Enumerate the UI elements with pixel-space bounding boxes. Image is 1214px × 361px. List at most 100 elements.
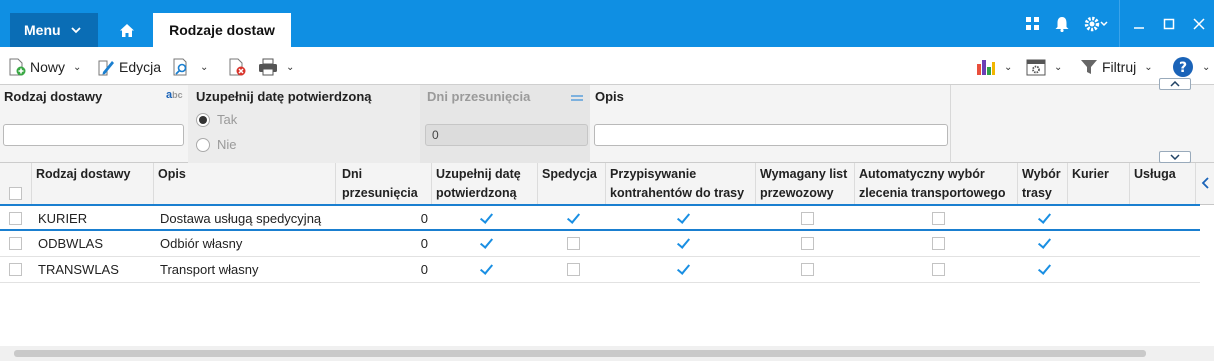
column-header-desc[interactable]: Opis	[154, 163, 336, 205]
row-waybill-cell	[801, 206, 814, 231]
chevron-down-icon[interactable]: ⌄	[1004, 62, 1012, 73]
select-all-cell	[0, 163, 32, 205]
grid-header: Rodzaj dostawy Opis Dni przesunięcia Uzu…	[0, 163, 1214, 205]
row-auto-cell	[932, 257, 945, 282]
column-header-service[interactable]: Usługa	[1130, 163, 1196, 205]
row-auto-cell	[932, 231, 945, 256]
chevron-down-icon[interactable]: ⌄	[73, 62, 81, 73]
view-settings-button[interactable]: ⌄	[1026, 56, 1062, 78]
row-route-checkbox[interactable]	[1038, 212, 1051, 225]
edit-button[interactable]: Edycja	[97, 56, 161, 78]
apps-grid-button[interactable]	[1017, 9, 1047, 39]
chevron-down-icon[interactable]: ⌄	[1144, 62, 1152, 73]
collapse-filter-button[interactable]	[1159, 78, 1191, 90]
gear-icon	[1084, 16, 1108, 31]
close-button[interactable]	[1184, 9, 1214, 39]
chevron-down-icon[interactable]: ⌄	[286, 62, 294, 73]
row-route-checkbox[interactable]	[1038, 263, 1051, 276]
column-header-type[interactable]: Rodzaj dostawy	[32, 163, 154, 205]
horizontal-scrollbar[interactable]	[0, 346, 1214, 361]
row-days: 0	[420, 262, 428, 277]
row-assign-checkbox[interactable]	[677, 212, 690, 225]
charts-button[interactable]: ⌄	[976, 56, 1012, 78]
expand-filter-button[interactable]	[1159, 151, 1191, 163]
chevron-down-icon[interactable]: ⌄	[1054, 62, 1062, 73]
new-button[interactable]: Nowy ⌄	[8, 56, 81, 78]
row-auto-cell	[932, 206, 945, 231]
column-header-confirm[interactable]: Uzupełnij datę potwierdzoną	[432, 163, 538, 205]
column-header-waybill[interactable]: Wymagany list przewozowy	[756, 163, 855, 205]
bell-icon	[1055, 16, 1069, 32]
radio-yes[interactable]: Tak	[196, 112, 237, 127]
row-assign-cell	[677, 206, 690, 231]
filter-icon	[1081, 60, 1097, 74]
radio-no[interactable]: Nie	[196, 137, 237, 152]
filter-desc-input[interactable]	[594, 124, 948, 146]
row-auto-checkbox[interactable]	[932, 237, 945, 250]
row-assign-checkbox[interactable]	[677, 237, 690, 250]
column-header-delay[interactable]: Dni przesunięcia	[336, 163, 432, 205]
settings-button[interactable]	[1077, 9, 1115, 39]
row-waybill-checkbox[interactable]	[801, 237, 814, 250]
filter-empty-area	[950, 78, 1214, 163]
radio-yes-label: Tak	[217, 112, 238, 127]
bar-chart-icon	[977, 60, 995, 75]
table-row[interactable]: TRANSWLAS Transport własny 0	[0, 257, 1200, 283]
table-row[interactable]: KURIER Dostawa usługą spedycyjną 0	[0, 204, 1200, 231]
row-confirm-checkbox[interactable]	[480, 212, 493, 225]
chevron-down-icon	[1170, 154, 1180, 160]
row-spedycja-checkbox[interactable]	[567, 263, 580, 276]
column-header-auto[interactable]: Automatyczny wybór zlecenia transportowe…	[855, 163, 1018, 205]
menu-label: Menu	[24, 22, 61, 38]
preview-button[interactable]: ⌄	[172, 56, 208, 78]
row-route-checkbox[interactable]	[1038, 237, 1051, 250]
column-header-route[interactable]: Wybór trasy	[1018, 163, 1068, 205]
filter-button[interactable]: Filtruj ⌄	[1080, 56, 1153, 78]
filter-type-input[interactable]	[3, 124, 184, 146]
column-header-assign[interactable]: Przypisywanie kontrahentów do trasy	[606, 163, 756, 205]
column-header-courier[interactable]: Kurier	[1068, 163, 1130, 205]
table-row[interactable]: ODBWLAS Odbiór własny 0	[0, 231, 1200, 257]
help-button[interactable]: ? ⌄	[1172, 56, 1210, 78]
row-auto-checkbox[interactable]	[932, 212, 945, 225]
radio-yes-indicator	[196, 112, 210, 127]
home-button[interactable]	[110, 14, 144, 47]
filter-panel: Rodzaj dostawy abc Uzupełnij datę potwie…	[0, 78, 1214, 163]
edit-icon	[98, 60, 114, 76]
new-document-icon	[9, 58, 26, 76]
minimize-button[interactable]	[1124, 9, 1154, 39]
chevron-down-icon[interactable]: ⌄	[1202, 62, 1210, 73]
home-icon	[120, 24, 134, 37]
maximize-button[interactable]	[1154, 9, 1184, 39]
row-checkbox[interactable]	[9, 237, 22, 250]
filter-type-label: Rodzaj dostawy	[4, 89, 103, 104]
filter-desc-column: Opis	[590, 85, 950, 163]
filter-delay-input[interactable]: 0	[425, 124, 588, 146]
scrollbar-thumb[interactable]	[14, 350, 1146, 357]
tab-rodzaje-dostaw[interactable]: Rodzaje dostaw	[153, 13, 291, 47]
row-spedycja-checkbox[interactable]	[567, 212, 580, 225]
column-chooser-button[interactable]	[1198, 173, 1212, 193]
row-select-cell	[9, 206, 22, 231]
row-checkbox[interactable]	[9, 212, 22, 225]
notifications-button[interactable]	[1047, 9, 1077, 39]
row-assign-checkbox[interactable]	[677, 263, 690, 276]
print-button[interactable]: ⌄	[258, 56, 294, 78]
row-select-cell	[9, 257, 22, 282]
row-assign-cell	[677, 257, 690, 282]
row-auto-checkbox[interactable]	[932, 263, 945, 276]
filter-confirm-column: Uzupełnij datę potwierdzoną Tak Nie	[188, 85, 420, 163]
chevron-down-icon[interactable]: ⌄	[200, 62, 208, 73]
row-waybill-checkbox[interactable]	[801, 212, 814, 225]
row-desc: Dostawa usługą spedycyjną	[160, 211, 322, 226]
row-confirm-checkbox[interactable]	[480, 263, 493, 276]
chevron-up-icon	[1170, 81, 1180, 87]
delete-button[interactable]	[228, 56, 246, 78]
menu-button[interactable]: Menu	[10, 13, 98, 47]
row-waybill-checkbox[interactable]	[801, 263, 814, 276]
column-header-spedycja[interactable]: Spedycja	[538, 163, 606, 205]
row-confirm-checkbox[interactable]	[480, 237, 493, 250]
row-spedycja-checkbox[interactable]	[567, 237, 580, 250]
row-checkbox[interactable]	[9, 263, 22, 276]
select-all-checkbox[interactable]	[9, 187, 22, 200]
